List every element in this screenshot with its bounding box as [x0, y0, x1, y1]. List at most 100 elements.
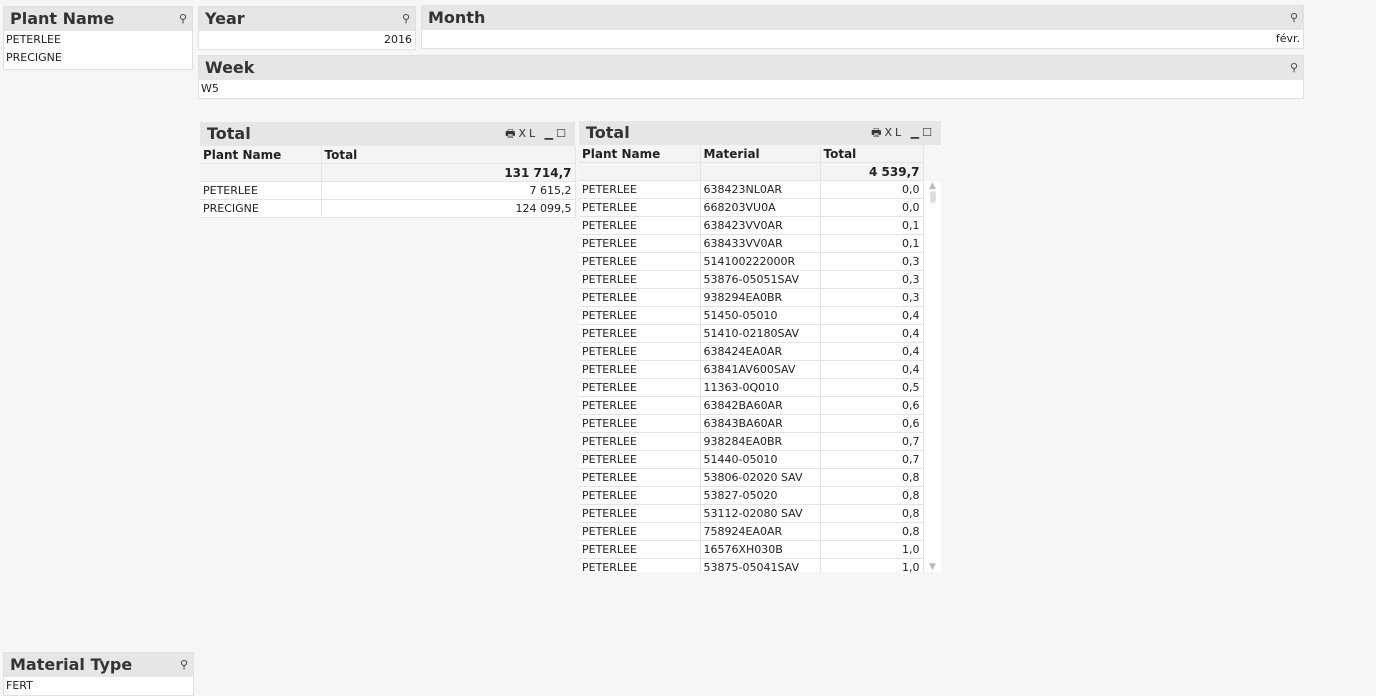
column-header-plant-name[interactable]: Plant Name [200, 146, 322, 164]
list-item[interactable]: PETERLEE [4, 31, 192, 49]
total-cell[interactable]: 0,6 [820, 396, 924, 415]
material-cell[interactable]: 11363-0Q010 [700, 378, 821, 397]
plant-name-cell[interactable]: PETERLEE [579, 234, 701, 253]
plant-name-cell[interactable]: PETERLEE [579, 558, 701, 572]
plant-name-cell[interactable]: PETERLEE [579, 432, 701, 451]
total-cell[interactable]: 0,8 [820, 522, 924, 541]
total-cell[interactable]: 0,3 [820, 270, 924, 289]
material-cell[interactable]: 53806-02020 SAV [700, 468, 821, 487]
total-cell[interactable]: 0,8 [820, 468, 924, 487]
table-row[interactable]: PETERLEE 53875-05041SAV 1,0 [579, 558, 924, 572]
total-cell[interactable]: 0,5 [820, 378, 924, 397]
list-item[interactable]: PRECIGNE [4, 49, 192, 67]
plant-name-cell[interactable]: PETERLEE [579, 342, 701, 361]
total-cell[interactable]: 7 615,2 [321, 181, 576, 200]
column-header-total[interactable]: Total [321, 146, 576, 164]
table-row[interactable]: PETERLEE 638433VV0AR 0,1 [579, 234, 924, 253]
plant-name-cell[interactable]: PETERLEE [579, 486, 701, 505]
search-icon[interactable]: ⚲ [179, 7, 187, 31]
xl-export-icon[interactable]: XL [518, 127, 538, 140]
column-header-plant-name[interactable]: Plant Name [579, 145, 701, 163]
scroll-thumb[interactable] [929, 191, 936, 203]
total-cell[interactable]: 0,7 [820, 450, 924, 469]
minimize-icon[interactable]: ▁ [545, 127, 556, 140]
print-icon[interactable]: 🖶 [871, 126, 884, 139]
total-cell[interactable]: 0,6 [820, 414, 924, 433]
table-row[interactable]: PETERLEE 638423VV0AR 0,1 [579, 216, 924, 235]
column-header-total[interactable]: Total [820, 145, 924, 163]
plant-name-cell[interactable]: PETERLEE [579, 198, 701, 217]
total-cell[interactable]: 0,7 [820, 432, 924, 451]
search-icon[interactable]: ⚲ [1290, 6, 1298, 30]
material-cell[interactable]: 63841AV600SAV [700, 360, 821, 379]
list-item[interactable]: FERT [4, 677, 193, 695]
print-icon[interactable]: 🖶 [505, 127, 518, 140]
table-row[interactable]: PETERLEE 53876-05051SAV 0,3 [579, 270, 924, 289]
table-row[interactable]: PETERLEE 16576XH030B 1,0 [579, 540, 924, 559]
total-cell[interactable]: 0,3 [820, 288, 924, 307]
material-cell[interactable]: 53112-02080 SAV [700, 504, 821, 523]
list-item[interactable]: W5 [199, 80, 1303, 98]
plant-name-cell[interactable]: PETERLEE [579, 270, 701, 289]
total-cell[interactable]: 0,4 [820, 342, 924, 361]
total-cell[interactable]: 0,8 [820, 504, 924, 523]
table-row[interactable]: PRECIGNE 124 099,5 [200, 199, 576, 218]
material-cell[interactable]: 638423NL0AR [700, 180, 821, 199]
plant-name-cell[interactable]: PETERLEE [579, 306, 701, 325]
material-cell[interactable]: 53827-05020 [700, 486, 821, 505]
plant-name-cell[interactable]: PETERLEE [579, 504, 701, 523]
plant-name-cell[interactable]: PETERLEE [579, 324, 701, 343]
table-row[interactable]: PETERLEE 514100222000R 0,3 [579, 252, 924, 271]
material-cell[interactable]: 63843BA60AR [700, 414, 821, 433]
total-cell[interactable]: 0,0 [820, 198, 924, 217]
search-icon[interactable]: ⚲ [1290, 56, 1298, 80]
search-icon[interactable]: ⚲ [402, 7, 410, 31]
table-row[interactable]: PETERLEE 53806-02020 SAV 0,8 [579, 468, 924, 487]
material-cell[interactable]: 53876-05051SAV [700, 270, 821, 289]
total-cell[interactable]: 0,4 [820, 324, 924, 343]
table-row[interactable]: PETERLEE 63841AV600SAV 0,4 [579, 360, 924, 379]
list-item[interactable]: févr. [422, 30, 1303, 48]
table-row[interactable]: PETERLEE 7 615,2 [200, 181, 576, 200]
material-cell[interactable]: 514100222000R [700, 252, 821, 271]
table-row[interactable]: PETERLEE 758924EA0AR 0,8 [579, 522, 924, 541]
plant-name-cell[interactable]: PETERLEE [579, 468, 701, 487]
plant-name-cell[interactable]: PETERLEE [579, 252, 701, 271]
material-cell[interactable]: 53875-05041SAV [700, 558, 821, 572]
material-cell[interactable]: 758924EA0AR [700, 522, 821, 541]
plant-name-cell[interactable]: PETERLEE [579, 414, 701, 433]
total-cell[interactable]: 0,8 [820, 486, 924, 505]
total-cell[interactable]: 0,4 [820, 306, 924, 325]
material-cell[interactable]: 938294EA0BR [700, 288, 821, 307]
material-cell[interactable]: 668203VU0A [700, 198, 821, 217]
material-cell[interactable]: 63842BA60AR [700, 396, 821, 415]
table-row[interactable]: PETERLEE 63843BA60AR 0,6 [579, 414, 924, 433]
material-cell[interactable]: 51440-05010 [700, 450, 821, 469]
plant-name-cell[interactable]: PETERLEE [579, 396, 701, 415]
search-icon[interactable]: ⚲ [180, 653, 188, 677]
table-row[interactable]: PETERLEE 53827-05020 0,8 [579, 486, 924, 505]
material-cell[interactable]: 51450-05010 [700, 306, 821, 325]
maximize-icon[interactable]: ☐ [556, 127, 569, 140]
table-row[interactable]: PETERLEE 51440-05010 0,7 [579, 450, 924, 469]
maximize-icon[interactable]: ☐ [922, 126, 935, 139]
table-row[interactable]: PETERLEE 938284EA0BR 0,7 [579, 432, 924, 451]
table-row[interactable]: PETERLEE 938294EA0BR 0,3 [579, 288, 924, 307]
material-cell[interactable]: 51410-02180SAV [700, 324, 821, 343]
plant-name-cell[interactable]: PETERLEE [200, 181, 322, 200]
material-cell[interactable]: 16576XH030B [700, 540, 821, 559]
material-cell[interactable]: 638433VV0AR [700, 234, 821, 253]
table-row[interactable]: PETERLEE 51410-02180SAV 0,4 [579, 324, 924, 343]
vertical-scrollbar[interactable]: ▲ ▼ [924, 181, 941, 572]
total-cell[interactable]: 0,0 [820, 180, 924, 199]
table-row[interactable]: PETERLEE 668203VU0A 0,0 [579, 198, 924, 217]
table-row[interactable]: PETERLEE 53112-02080 SAV 0,8 [579, 504, 924, 523]
table-row[interactable]: PETERLEE 638424EA0AR 0,4 [579, 342, 924, 361]
total-cell[interactable]: 1,0 [820, 558, 924, 572]
scroll-up-arrow[interactable]: ▲ [924, 181, 941, 191]
total-cell[interactable]: 0,3 [820, 252, 924, 271]
total-cell[interactable]: 0,1 [820, 216, 924, 235]
table-row[interactable]: PETERLEE 638423NL0AR 0,0 [579, 180, 924, 199]
plant-name-cell[interactable]: PETERLEE [579, 360, 701, 379]
column-header-material[interactable]: Material [700, 145, 821, 163]
